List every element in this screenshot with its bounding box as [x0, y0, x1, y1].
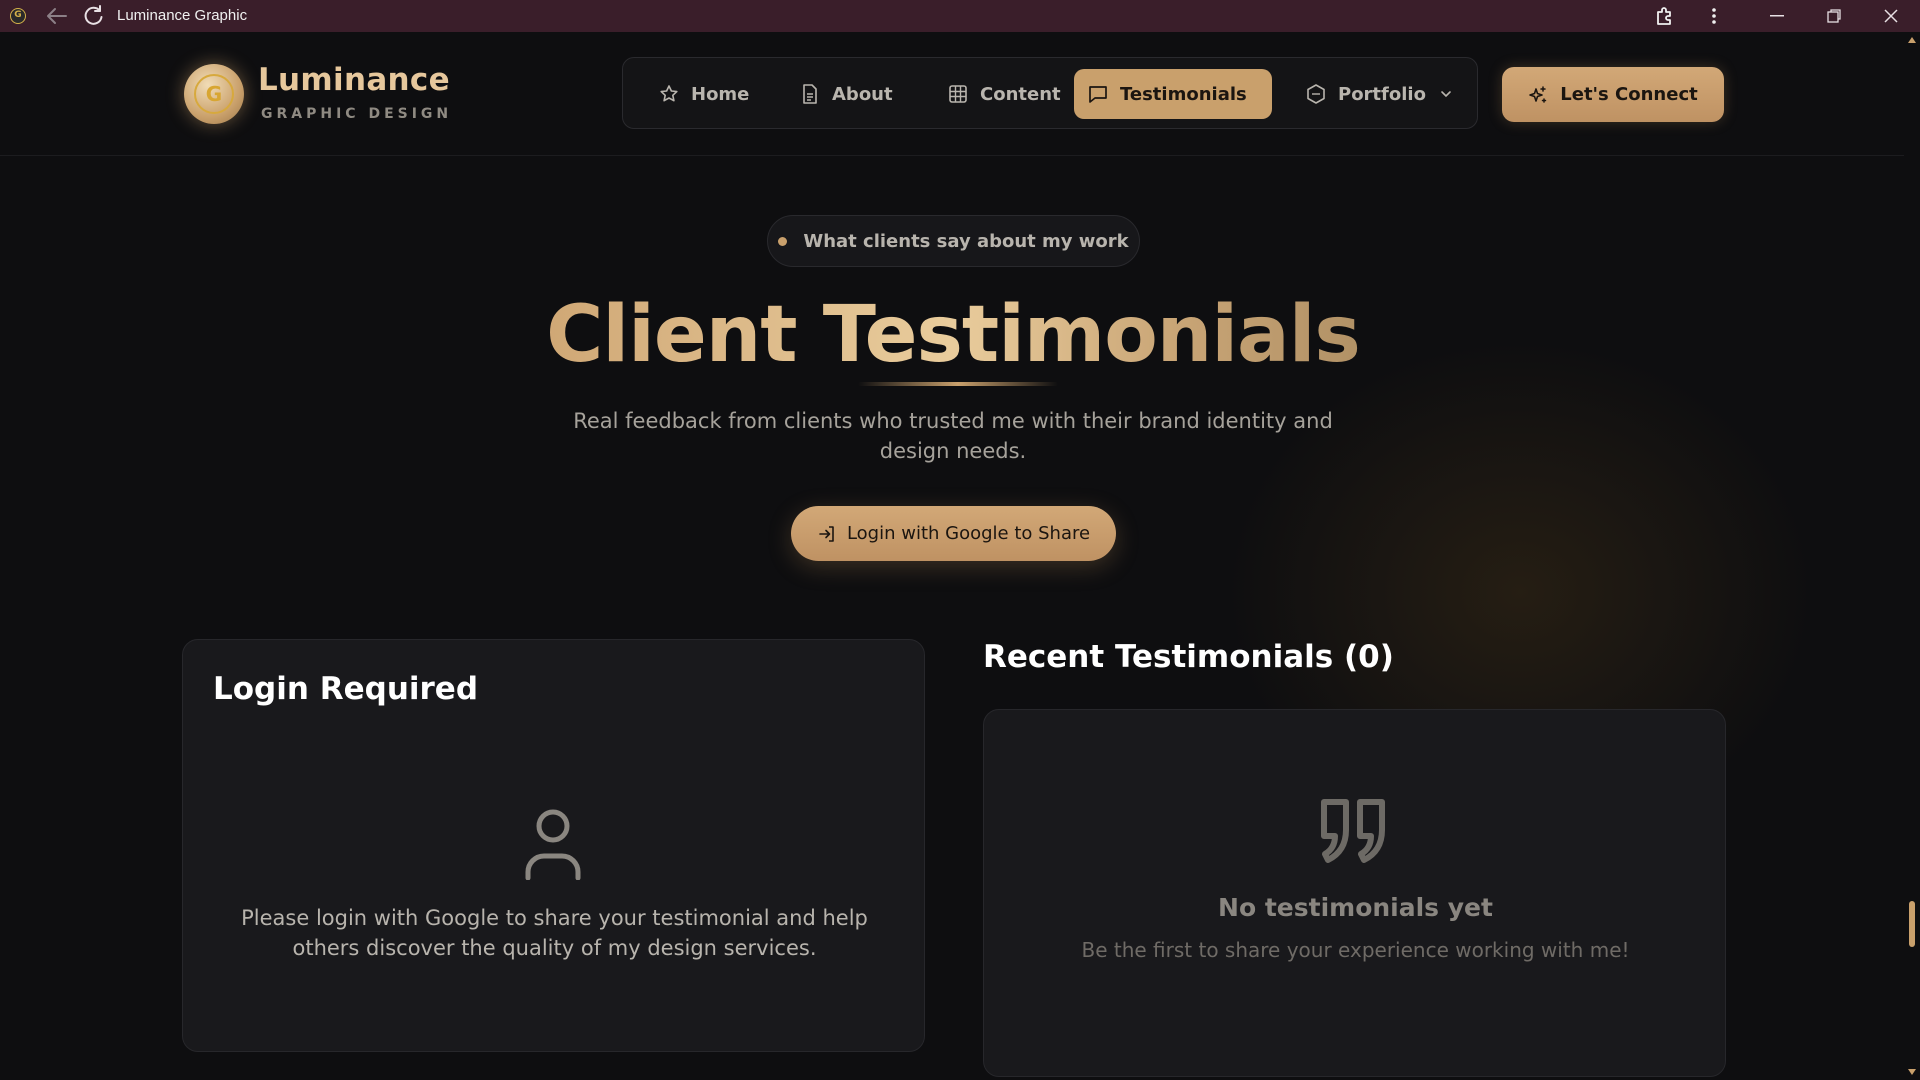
nav-home[interactable]: Home — [645, 69, 763, 119]
quote-icon — [1321, 799, 1385, 863]
minimize-icon[interactable] — [1765, 4, 1789, 28]
nav-about[interactable]: About — [786, 69, 907, 119]
title-underline — [858, 382, 1058, 386]
logo-mark-icon: G — [194, 74, 234, 114]
testimonials-empty-card: No testimonials yet Be the first to shar… — [983, 709, 1726, 1077]
window-titlebar: G Luminance Graphic — [0, 0, 1920, 32]
login-required-card: Login Required Please login with Google … — [182, 639, 925, 1052]
user-icon — [525, 809, 581, 880]
sparkles-icon — [1528, 85, 1548, 105]
nav-home-label: Home — [691, 83, 750, 105]
nav-testimonials-label: Testimonials — [1120, 83, 1247, 105]
hero-pill-text: What clients say about my work — [803, 230, 1129, 252]
brand-logo[interactable]: G — [184, 64, 244, 124]
more-options-icon[interactable] — [1702, 4, 1726, 28]
star-icon — [659, 84, 679, 104]
lets-connect-button[interactable]: Let's Connect — [1502, 67, 1724, 122]
reload-icon[interactable] — [81, 4, 105, 28]
main-nav: Home About Content Testimonials Portfoli… — [622, 57, 1478, 129]
nav-content-label: Content — [980, 83, 1061, 105]
grid-icon — [948, 84, 968, 104]
page-title: Client Testimonials — [400, 290, 1506, 380]
brand-name[interactable]: Luminance — [258, 62, 450, 98]
message-icon — [1088, 84, 1108, 104]
nav-testimonials[interactable]: Testimonials — [1074, 69, 1272, 119]
hero-pill: What clients say about my work — [767, 215, 1140, 267]
login-required-message: Please login with Google to share your t… — [241, 906, 868, 960]
nav-portfolio-label: Portfolio — [1338, 83, 1426, 105]
nav-portfolio[interactable]: Portfolio — [1292, 69, 1466, 119]
app-favicon-icon: G — [10, 8, 26, 24]
restore-icon[interactable] — [1822, 4, 1846, 28]
login-google-button[interactable]: Login with Google to Share — [791, 506, 1116, 561]
hexagon-icon — [1306, 84, 1326, 104]
back-arrow-icon[interactable] — [45, 4, 69, 28]
window-title: Luminance Graphic — [117, 7, 248, 24]
login-required-title: Login Required — [213, 671, 479, 707]
document-icon — [800, 84, 820, 104]
login-google-label: Login with Google to Share — [846, 523, 1091, 544]
recent-testimonials-title: Recent Testimonials (0) — [983, 639, 1394, 675]
login-arrow-icon — [817, 524, 837, 544]
nav-about-label: About — [832, 83, 893, 105]
scroll-down-arrow-icon[interactable] — [1907, 1068, 1917, 1076]
extensions-icon[interactable] — [1653, 4, 1677, 28]
lets-connect-label: Let's Connect — [1560, 84, 1698, 105]
close-icon[interactable] — [1879, 4, 1903, 28]
nav-content[interactable]: Content — [934, 69, 1075, 119]
chevron-down-icon — [1441, 91, 1451, 98]
pill-dot-icon — [778, 236, 788, 246]
header-divider — [0, 155, 1920, 156]
scrollbar-thumb[interactable] — [1909, 901, 1915, 947]
brand-subtitle: GRAPHIC DESIGN — [261, 106, 453, 122]
empty-state-subtitle: Be the first to share your experience wo… — [1081, 938, 1630, 962]
hero-subtitle: Real feedback from clients who trusted m… — [573, 409, 1333, 463]
empty-state-title: No testimonials yet — [1218, 893, 1493, 922]
scroll-up-arrow-icon[interactable] — [1907, 36, 1917, 44]
page: G Luminance GRAPHIC DESIGN Home About Co… — [0, 32, 1920, 1080]
